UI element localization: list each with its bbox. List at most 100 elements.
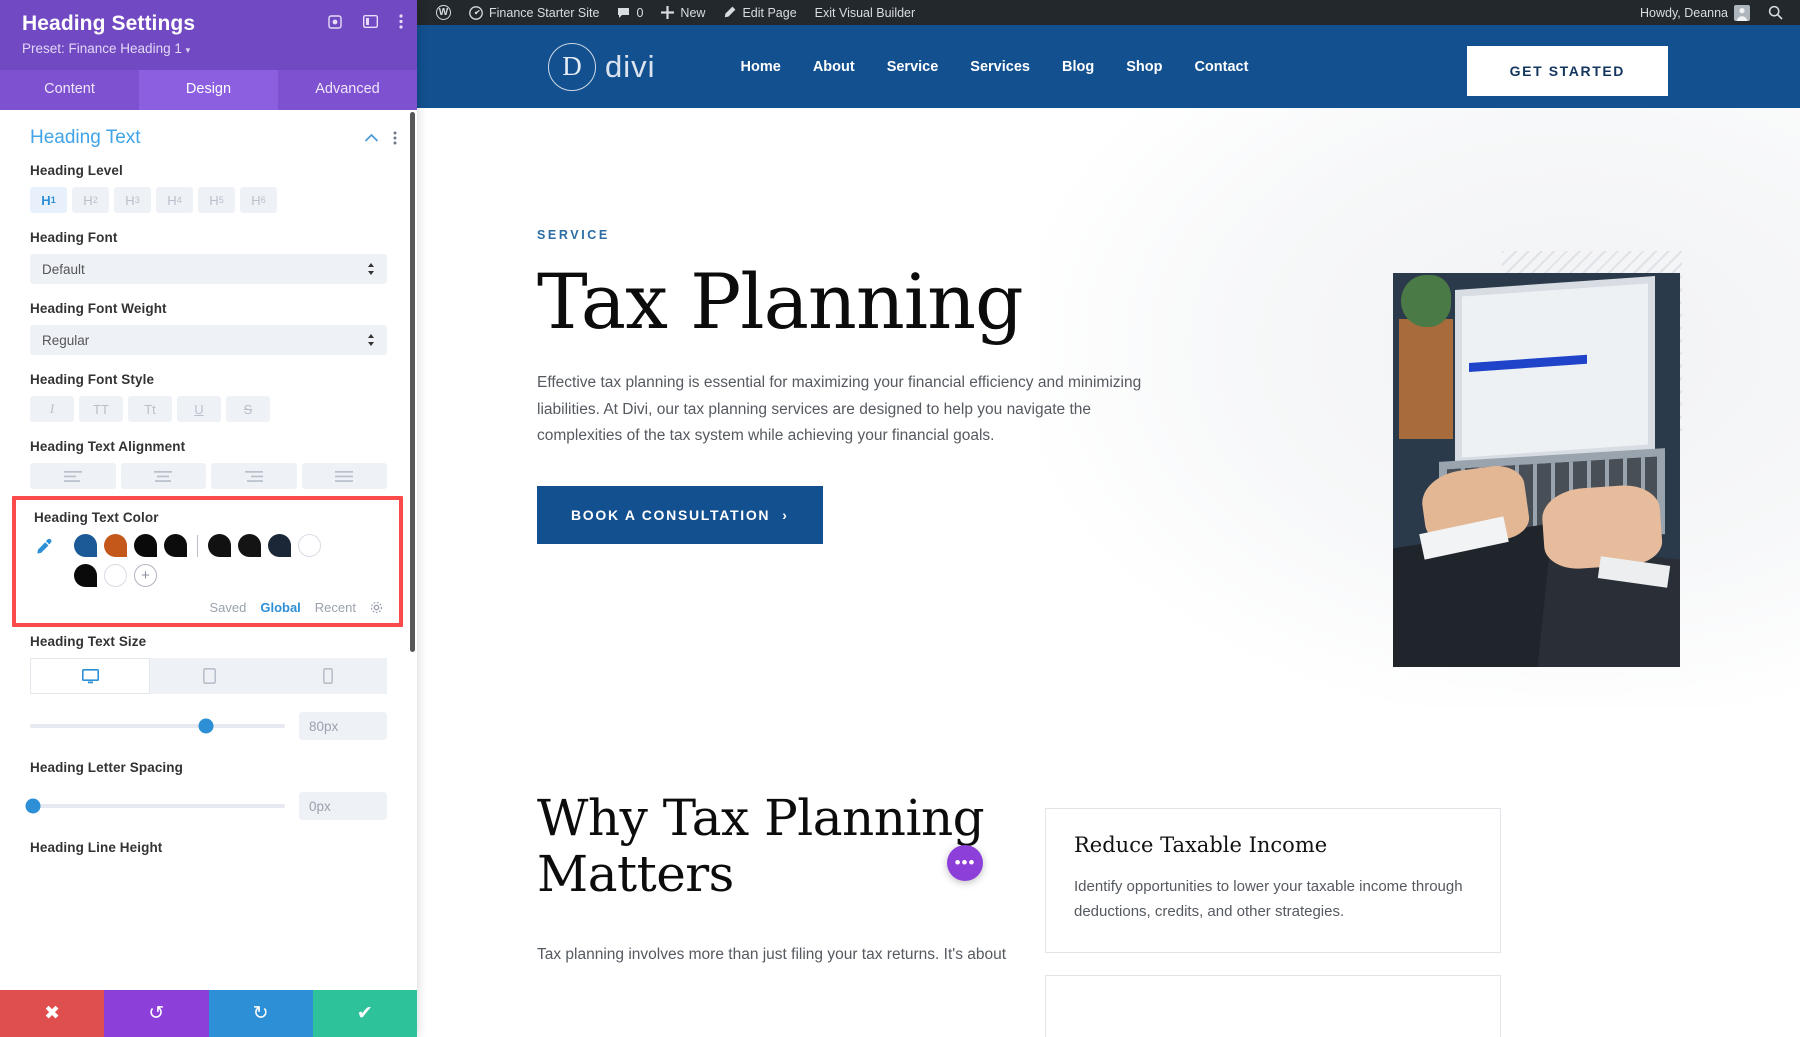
heading-level-h4[interactable]: H4 [156,187,193,213]
section2-heading[interactable]: Why Tax Planning Matters [537,790,1007,902]
palette-links: Saved Global Recent [34,600,383,615]
more-options-icon[interactable] [399,14,403,29]
nav-item-services[interactable]: Services [954,59,1046,75]
benefit-card[interactable] [1045,975,1501,1037]
tablet-icon[interactable] [150,658,269,694]
fullscreen-icon[interactable] [328,14,342,29]
hero-image-wrap [1393,251,1682,667]
exit-visual-builder-item[interactable]: Exit Visual Builder [806,6,925,20]
chevron-up-icon[interactable] [364,133,379,143]
section2-content: Why Tax Planning Matters Tax planning in… [537,790,1007,969]
get-started-button[interactable]: GET STARTED [1466,46,1668,96]
heading-text-size-slider[interactable] [30,718,285,734]
benefit-card[interactable]: Reduce Taxable Income Identify opportuni… [1045,808,1501,954]
comment-bubble-icon [617,7,630,19]
panel-header: Heading Settings Preset: Finance Heading… [0,0,417,70]
nav-item-home[interactable]: Home [725,59,797,75]
nav-item-service[interactable]: Service [871,59,955,75]
color-swatch[interactable] [134,534,157,557]
font-style-strikethrough-icon[interactable]: S [226,396,270,422]
heading-level-h5[interactable]: H5 [198,187,235,213]
eyedropper-icon[interactable] [34,534,60,557]
why-tax-planning-section: Why Tax Planning Matters Tax planning in… [417,708,1800,1037]
plant-decor [1399,275,1453,439]
edit-page-item[interactable]: Edit Page [714,6,805,20]
save-button[interactable]: ✔ [312,990,417,1037]
color-swatch[interactable] [268,534,291,557]
field-heading-letter-spacing: Heading Letter Spacing 0px [0,760,417,826]
tab-content[interactable]: Content [0,70,139,110]
heading-text-alignment-options [30,463,387,489]
nav-item-contact[interactable]: Contact [1178,59,1264,75]
heading-line-height-label: Heading Line Height [30,840,163,855]
heading-level-label: Heading Level [30,163,123,178]
tab-design[interactable]: Design [139,70,278,110]
book-a-consultation-button[interactable]: BOOK A CONSULTATION › [537,485,823,544]
align-center-icon[interactable] [120,463,206,489]
align-left-icon[interactable] [30,463,116,489]
color-swatch[interactable] [208,534,231,557]
color-swatch-rows: + [74,534,321,587]
heading-level-h2[interactable]: H2 [72,187,109,213]
color-swatch[interactable] [74,564,97,587]
color-swatch[interactable] [238,534,261,557]
heading-text-color-label: Heading Text Color [34,510,159,525]
tab-advanced[interactable]: Advanced [278,70,417,110]
nav-item-blog[interactable]: Blog [1046,59,1110,75]
device-toggle-group [30,658,387,694]
laptop-scene [1393,273,1680,667]
search-icon[interactable] [1759,5,1792,20]
heading-level-h1[interactable]: H1 [30,187,67,213]
desktop-icon[interactable] [30,658,151,694]
nav-item-about[interactable]: About [797,59,871,75]
panel-layout-icon[interactable] [363,15,378,28]
cancel-button[interactable]: ✖ [0,990,105,1037]
gear-icon[interactable] [370,601,383,614]
nav-item-shop[interactable]: Shop [1110,59,1178,75]
phone-icon[interactable] [268,658,387,694]
palette-recent-link[interactable]: Recent [315,600,356,615]
heading-font-weight-label: Heading Font Weight [30,301,167,316]
slider-knob[interactable] [198,718,214,734]
add-color-button[interactable]: + [134,564,157,587]
undo-button[interactable]: ↺ [104,990,209,1037]
color-swatch[interactable] [104,534,127,557]
visual-builder-fab[interactable]: ••• [947,845,983,881]
color-swatch[interactable] [104,564,127,587]
font-style-italic-icon[interactable]: I [30,396,74,422]
wordpress-logo-icon[interactable]: W [427,5,460,20]
howdy-label: Howdy, Deanna [1639,5,1728,20]
align-justify-icon[interactable] [301,463,387,489]
section-more-icon[interactable] [393,131,397,145]
howdy-item[interactable]: Howdy, Deanna [1631,4,1759,21]
comments-item[interactable]: 0 [608,6,652,20]
heading-font-weight-select[interactable]: Regular [30,325,387,355]
align-right-icon[interactable] [211,463,297,489]
benefit-cards: Reduce Taxable Income Identify opportuni… [1045,808,1501,1037]
font-style-underline-icon[interactable]: U [177,396,221,422]
color-swatch[interactable] [164,534,187,557]
heading-letter-spacing-slider[interactable] [25,798,285,814]
panel-preset[interactable]: Preset: Finance Heading 1 ▾ [22,41,401,56]
site-name-item[interactable]: Finance Starter Site [460,6,608,20]
palette-global-link[interactable]: Global [260,600,300,615]
font-style-capitalize-icon[interactable]: Tt [128,396,172,422]
heading-text-size-value[interactable]: 80px [299,712,387,740]
heading-level-h3[interactable]: H3 [114,187,151,213]
hero-heading[interactable]: Tax Planning [537,264,1177,340]
color-swatch[interactable] [298,534,321,557]
site-logo[interactable]: D divi [548,42,656,91]
panel-scrollbar[interactable] [410,112,415,652]
comments-count: 0 [636,5,644,20]
new-item[interactable]: New [652,6,714,20]
section-header-icons [364,131,397,145]
color-swatch[interactable] [74,534,97,557]
palette-saved-link[interactable]: Saved [209,600,246,615]
heading-letter-spacing-slider-row: 0px [25,784,387,826]
redo-button[interactable]: ↻ [208,990,313,1037]
heading-level-h6[interactable]: H6 [240,187,277,213]
slider-knob[interactable] [25,798,41,814]
heading-letter-spacing-value[interactable]: 0px [299,792,387,820]
heading-font-select[interactable]: Default [30,254,387,284]
font-style-uppercase-icon[interactable]: TT [79,396,123,422]
